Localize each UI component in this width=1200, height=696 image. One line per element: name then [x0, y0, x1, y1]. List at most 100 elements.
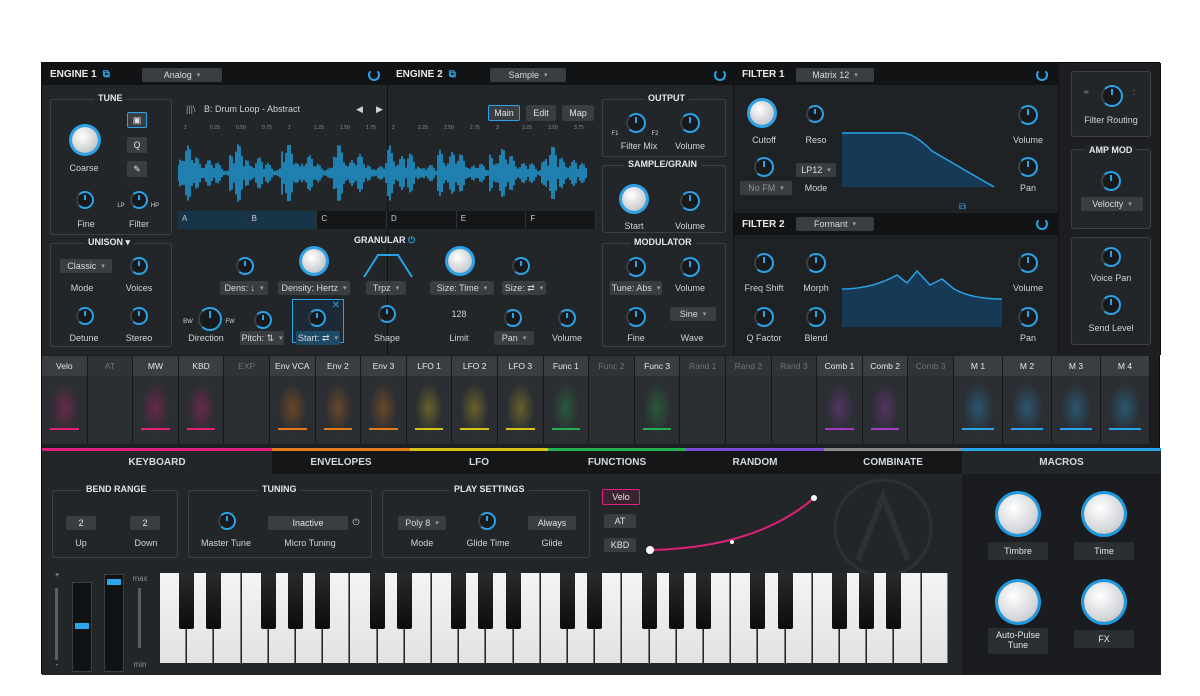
time-macro-knob[interactable]	[1084, 494, 1124, 534]
filter2-power-icon[interactable]	[1036, 218, 1048, 230]
modulator-volume-knob[interactable]	[680, 257, 700, 277]
prev-sample-icon[interactable]: ◀	[356, 104, 363, 115]
cutoff-knob[interactable]	[750, 101, 774, 125]
close-icon[interactable]: ✕	[332, 300, 340, 311]
black-key[interactable]	[206, 573, 222, 629]
lp12-dropdown[interactable]: LP12	[796, 163, 836, 177]
size-dropdown[interactable]: Size: ⇄	[502, 281, 546, 295]
mod-source-m-1[interactable]: M 1	[954, 356, 1003, 444]
sample-volume-knob[interactable]	[680, 191, 700, 211]
copy-icon[interactable]: ⧉	[449, 69, 456, 80]
copy-icon[interactable]: ⧉	[103, 69, 110, 80]
black-key[interactable]	[288, 573, 303, 629]
filter2-type-dropdown[interactable]: Formant	[796, 217, 874, 231]
trpz-shape-icon[interactable]	[362, 251, 414, 279]
black-key[interactable]	[859, 573, 875, 629]
black-key[interactable]	[478, 573, 494, 629]
black-key[interactable]	[560, 573, 575, 629]
mod-source-func-3[interactable]: Func 3	[634, 356, 681, 444]
black-key[interactable]	[777, 573, 793, 629]
kbd-curve-button[interactable]: KBD	[604, 538, 636, 552]
filter2-pan-knob[interactable]	[1018, 307, 1038, 327]
edit-view-button[interactable]: Edit	[526, 105, 556, 121]
size-knob[interactable]	[448, 249, 472, 273]
mod-source-comb-3[interactable]: Comb 3	[908, 356, 954, 444]
mod-source-env-2[interactable]: Env 2	[315, 356, 362, 444]
glide-mode-field[interactable]: Always	[528, 516, 576, 530]
freq-shift-knob[interactable]	[754, 253, 774, 273]
black-key[interactable]	[696, 573, 711, 629]
blend-knob[interactable]	[806, 307, 826, 327]
start-mod-dropdown[interactable]: Start: ⇄	[296, 331, 340, 345]
trpz-dropdown[interactable]: Trpz	[366, 281, 406, 295]
at-curve-button[interactable]: AT	[604, 514, 636, 528]
fm-dropdown[interactable]: No FM	[740, 181, 792, 195]
output-volume-knob[interactable]	[680, 113, 700, 133]
shape-knob[interactable]	[378, 305, 396, 323]
white-key[interactable]	[921, 573, 948, 663]
mod-source-comb-2[interactable]: Comb 2	[862, 356, 909, 444]
micro-tuning-power-icon[interactable]: ⏻	[350, 517, 362, 528]
bend-up-field[interactable]: 2	[66, 516, 96, 530]
amp-mod-knob[interactable]	[1101, 171, 1121, 191]
mod-source-kbd[interactable]: KBD	[178, 356, 225, 444]
fm-knob[interactable]	[754, 157, 774, 177]
master-tune-knob[interactable]	[218, 512, 236, 530]
voice-pan-knob[interactable]	[1101, 247, 1121, 267]
tune-abs-knob[interactable]	[626, 257, 646, 277]
bend-down-field[interactable]: 2	[130, 516, 160, 530]
mod-source-mw[interactable]: MW	[133, 356, 179, 444]
morph-knob[interactable]	[806, 253, 826, 273]
next-sample-icon[interactable]: ▶	[376, 104, 383, 115]
black-key[interactable]	[641, 573, 657, 629]
modulator-fine-knob[interactable]	[626, 307, 646, 327]
voices-knob[interactable]	[130, 257, 148, 275]
mod-source-comb-1[interactable]: Comb 1	[817, 356, 863, 444]
velocity-curve[interactable]	[646, 492, 826, 560]
mod-source-rand-3[interactable]: Rand 3	[771, 356, 818, 444]
black-key[interactable]	[832, 573, 847, 629]
mod-source-func-2[interactable]: Func 2	[589, 356, 635, 444]
mod-source-at[interactable]: AT	[87, 356, 134, 444]
pan-knob[interactable]	[504, 309, 522, 327]
filter-knob[interactable]	[130, 191, 148, 209]
mod-source-lfo-3[interactable]: LFO 3	[498, 356, 544, 444]
tab-envelopes[interactable]: ENVELOPES	[272, 448, 410, 474]
timbre-macro-label[interactable]: Timbre	[988, 542, 1048, 560]
q-button[interactable]: Q	[127, 137, 147, 153]
dens-knob[interactable]	[236, 257, 254, 275]
sample-slot-e[interactable]: E	[457, 211, 527, 229]
fine-knob[interactable]	[76, 191, 94, 209]
start-knob[interactable]	[622, 187, 646, 211]
tune-abs-dropdown[interactable]: Tune: Abs	[610, 281, 662, 295]
engine2-type-dropdown[interactable]: Sample	[490, 68, 566, 82]
timbre-macro-knob[interactable]	[998, 494, 1038, 534]
unison-mode-dropdown[interactable]: Classic	[60, 259, 112, 273]
engine1-power-icon[interactable]	[368, 69, 380, 81]
pitch-wheel[interactable]	[72, 582, 92, 672]
mod-source-m-4[interactable]: M 4	[1101, 356, 1150, 444]
map-view-button[interactable]: Map	[562, 105, 594, 121]
sample-slot-f[interactable]: F	[526, 211, 597, 229]
black-key[interactable]	[750, 573, 766, 629]
send-level-knob[interactable]	[1101, 295, 1121, 315]
velo-curve-button[interactable]: Velo	[602, 489, 640, 505]
autopulse-macro-knob[interactable]	[998, 582, 1038, 622]
tab-keyboard[interactable]: KEYBOARD	[42, 448, 272, 474]
direction-knob[interactable]	[198, 307, 222, 331]
black-key[interactable]	[451, 573, 467, 629]
dens-dropdown[interactable]: Dens: ↓	[220, 281, 268, 295]
keytrack-button[interactable]: ▣	[127, 112, 147, 128]
sample-slot-d[interactable]: D	[387, 211, 457, 229]
filter1-volume-knob[interactable]	[1018, 105, 1038, 125]
start-mod-knob[interactable]	[308, 309, 326, 327]
mod-source-env-vca[interactable]: Env VCA	[270, 356, 316, 444]
size-mod-knob[interactable]	[512, 257, 530, 275]
filter2-volume-knob[interactable]	[1018, 253, 1038, 273]
glide-time-knob[interactable]	[478, 512, 496, 530]
mod-source-func-1[interactable]: Func 1	[543, 356, 590, 444]
time-macro-label[interactable]: Time	[1074, 542, 1134, 560]
mod-source-m-2[interactable]: M 2	[1003, 356, 1052, 444]
mod-wheel[interactable]	[104, 574, 124, 672]
mod-source-lfo-1[interactable]: LFO 1	[406, 356, 453, 444]
